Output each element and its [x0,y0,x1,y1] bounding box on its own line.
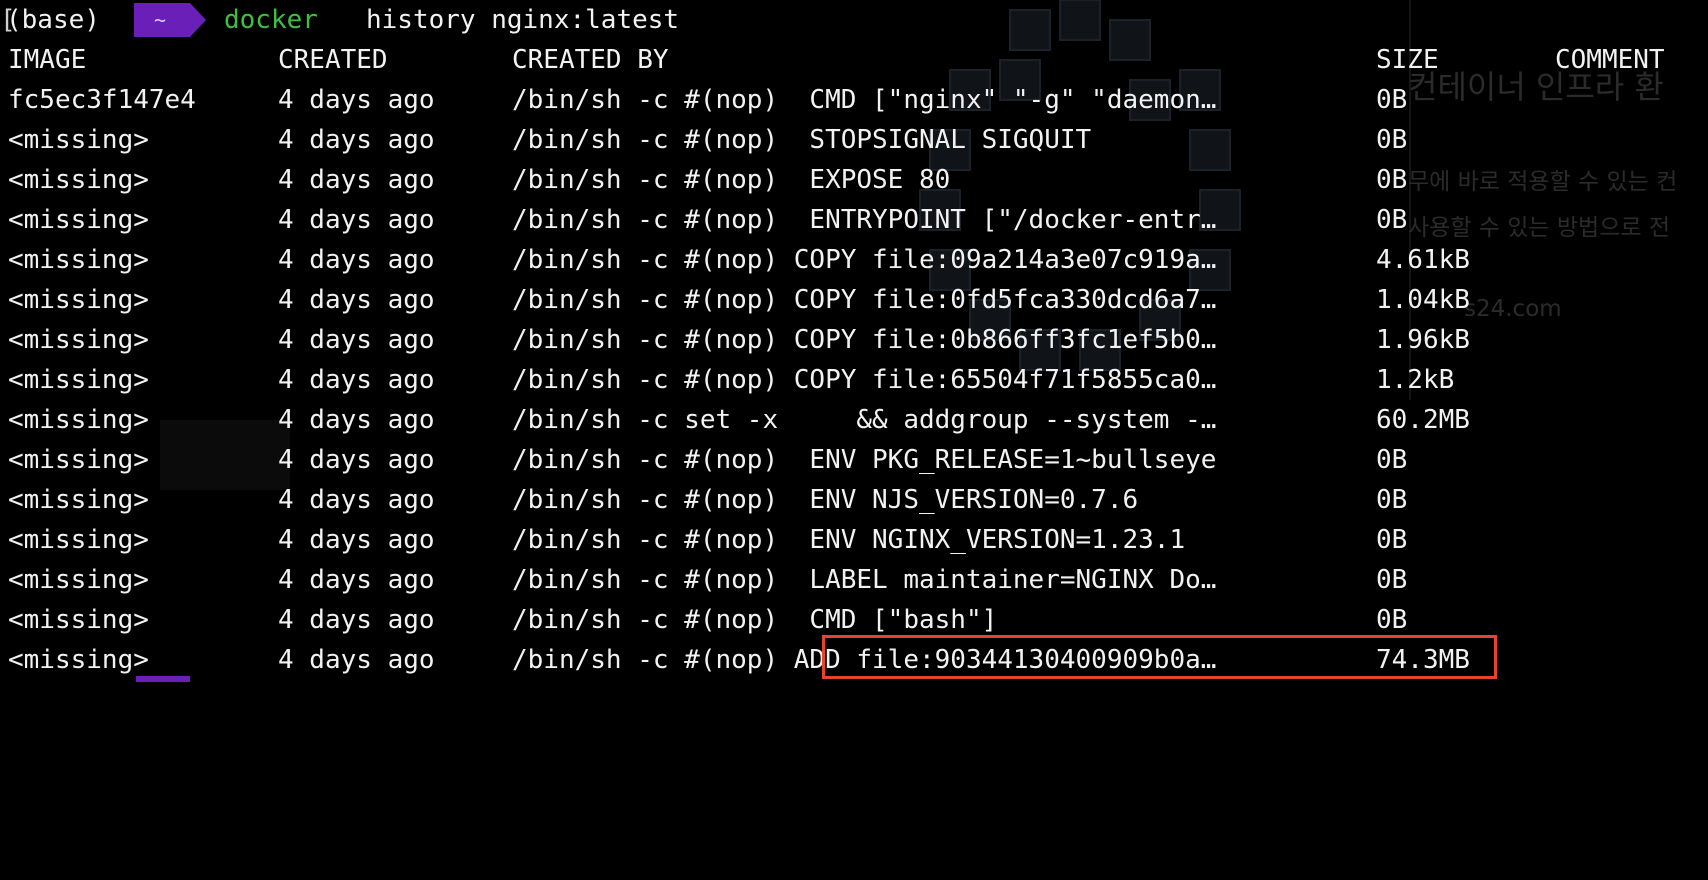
row-image: <missing> [8,165,149,195]
table-row: <missing> 4 days ago /bin/sh -c #(nop) C… [0,600,1708,640]
table-row: <missing> 4 days ago /bin/sh -c #(nop) E… [0,520,1708,560]
row-created-by: /bin/sh -c #(nop) ENV NJS_VERSION=0.7.6 [512,485,1139,515]
row-image: <missing> [8,405,149,435]
row-created: 4 days ago [278,205,435,235]
row-created-by: /bin/sh -c #(nop) COPY file:09a214a3e07c… [512,245,1217,275]
table-row: <missing> 4 days ago /bin/sh -c #(nop) C… [0,320,1708,360]
row-created-by: /bin/sh -c #(nop) EXPOSE 80 [512,165,951,195]
row-image: <missing> [8,645,149,675]
row-image: fc5ec3f147e4 [8,85,196,115]
row-size: 4.61kB [1376,245,1470,275]
row-created-by: /bin/sh -c #(nop) ENV NGINX_VERSION=1.23… [512,525,1186,555]
table-row: <missing> 4 days ago /bin/sh -c #(nop) L… [0,560,1708,600]
row-size: 0B [1376,85,1408,115]
table-row: <missing> 4 days ago /bin/sh -c #(nop) E… [0,200,1708,240]
row-created: 4 days ago [278,245,435,275]
row-created-by: /bin/sh -c #(nop) LABEL maintainer=NGINX… [512,565,1217,595]
row-size: 0B [1376,605,1408,635]
row-created: 4 days ago [278,605,435,635]
table-row: <missing> 4 days ago /bin/sh -c #(nop) C… [0,280,1708,320]
header-comment: COMMENT [1555,45,1665,75]
table-row: <missing> 4 days ago /bin/sh -c #(nop) E… [0,440,1708,480]
row-created: 4 days ago [278,445,435,475]
row-image: <missing> [8,245,149,275]
conda-env-label: (base) [6,5,100,35]
row-image: <missing> [8,325,149,355]
row-size: 1.04kB [1376,285,1470,315]
row-created-by: /bin/sh -c #(nop) ENV PKG_RELEASE=1~bull… [512,445,1217,475]
row-created: 4 days ago [278,125,435,155]
table-row: <missing> 4 days ago /bin/sh -c #(nop) E… [0,480,1708,520]
row-size: 1.2kB [1376,365,1455,395]
table-header: IMAGE CREATED CREATED BY SIZE COMMENT [0,40,1708,80]
row-created: 4 days ago [278,85,435,115]
row-image: <missing> [8,445,149,475]
row-image: <missing> [8,565,149,595]
row-size: 60.2MB [1376,405,1470,435]
row-created: 4 days ago [278,645,435,675]
header-created-by: CREATED BY [512,45,669,75]
row-created: 4 days ago [278,165,435,195]
row-created: 4 days ago [278,525,435,555]
row-created: 4 days ago [278,485,435,515]
row-image: <missing> [8,605,149,635]
prompt-dir: ~ [154,8,167,32]
table-row: <missing> 4 days ago /bin/sh -c #(nop) S… [0,120,1708,160]
row-size: 0B [1376,525,1408,555]
header-size: SIZE [1376,45,1439,75]
table-row: <missing> 4 days ago /bin/sh -c #(nop) E… [0,160,1708,200]
header-image: IMAGE [8,45,87,75]
row-created: 4 days ago [278,285,435,315]
row-image: <missing> [8,205,149,235]
prompt-arrow-icon [190,3,206,37]
row-image: <missing> [8,525,149,555]
highlight-box [822,635,1497,679]
row-created-by: /bin/sh -c #(nop) COPY file:0fd5fca330dc… [512,285,1217,315]
terminal-tab-indicator [136,676,190,682]
row-created-by: /bin/sh -c #(nop) ENTRYPOINT ["/docker-e… [512,205,1217,235]
row-image: <missing> [8,485,149,515]
row-image: <missing> [8,285,149,315]
row-size: 1.96kB [1376,325,1470,355]
row-size: 0B [1376,165,1408,195]
table-row: <missing> 4 days ago /bin/sh -c #(nop) C… [0,360,1708,400]
row-created: 4 days ago [278,405,435,435]
table-row: <missing> 4 days ago /bin/sh -c set -x &… [0,400,1708,440]
header-created: CREATED [278,45,388,75]
row-created-by: /bin/sh -c set -x && addgroup --system -… [512,405,1217,435]
row-size: 0B [1376,485,1408,515]
row-size: 0B [1376,205,1408,235]
row-created-by: /bin/sh -c #(nop) CMD ["bash"] [512,605,998,635]
row-size: 0B [1376,445,1408,475]
row-created: 4 days ago [278,325,435,355]
terminal-window[interactable]: [ (base) ~ docker history nginx:latest I… [0,0,1708,682]
table-row: <missing> 4 days ago /bin/sh -c #(nop) C… [0,240,1708,280]
row-created-by: /bin/sh -c #(nop) STOPSIGNAL SIGQUIT [512,125,1092,155]
row-created-by: /bin/sh -c #(nop) COPY file:0b866ff3fc1e… [512,325,1217,355]
row-size: 0B [1376,565,1408,595]
row-image: <missing> [8,365,149,395]
row-created-by: /bin/sh -c #(nop) COPY file:65504f71f585… [512,365,1217,395]
row-created-by: /bin/sh -c #(nop) CMD ["nginx" "-g" "dae… [512,85,1217,115]
prompt-line: [ (base) ~ docker history nginx:latest [0,0,1708,40]
command-name: docker [224,5,318,35]
command-args: history nginx:latest [366,5,680,35]
table-row: fc5ec3f147e4 4 days ago /bin/sh -c #(nop… [0,80,1708,120]
row-created: 4 days ago [278,365,435,395]
row-created: 4 days ago [278,565,435,595]
row-image: <missing> [8,125,149,155]
row-size: 0B [1376,125,1408,155]
